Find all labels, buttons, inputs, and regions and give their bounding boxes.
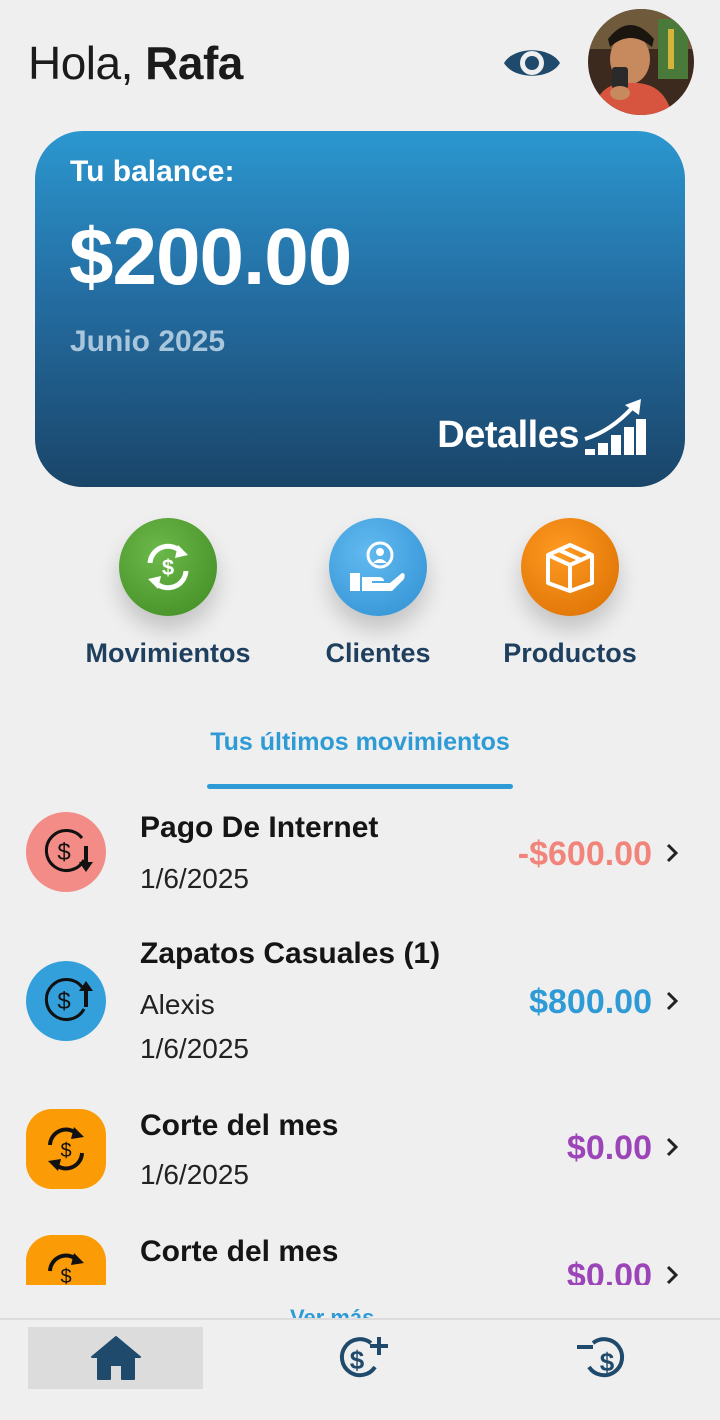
svg-text:$: $ — [350, 1345, 365, 1375]
box-icon — [521, 518, 619, 616]
money-in-icon: $ — [26, 961, 106, 1041]
details-label: Detalles — [437, 414, 579, 456]
movement-amount: $0.00 — [566, 1129, 652, 1167]
details-button[interactable]: Detalles — [437, 397, 647, 457]
quick-actions: $ Movimientos Clientes Productos — [0, 518, 720, 678]
chevron-right-icon — [666, 843, 679, 863]
movement-date: 1/6/2025 — [140, 1159, 249, 1190]
nav-home-button[interactable] — [28, 1327, 203, 1389]
money-exchange-icon: $ — [119, 518, 217, 616]
movement-client: Alexis — [140, 989, 215, 1020]
svg-text:$: $ — [60, 1140, 71, 1162]
user-name: Rafa — [145, 37, 243, 89]
add-money-icon: $ — [339, 1337, 388, 1378]
bottom-nav: $ $ — [0, 1318, 720, 1420]
svg-text:$: $ — [57, 839, 70, 866]
svg-text:$: $ — [162, 555, 174, 580]
movement-date: 1/6/2025 — [140, 863, 249, 894]
home-icon — [90, 1336, 141, 1380]
balance-amount: $200.00 — [69, 212, 352, 301]
header: Hola, Rafa — [0, 0, 720, 128]
movements-list: $ Pago De Internet 1/6/2025 -$600.00 $ Z… — [0, 795, 720, 1285]
movement-amount: -$600.00 — [517, 835, 652, 873]
products-action[interactable]: Productos — [470, 518, 670, 669]
list-item[interactable]: $ Corte del mes 1/6/2025 $0.00 — [0, 1095, 720, 1205]
eye-icon — [504, 50, 560, 76]
nav-add-expense-button[interactable]: $ — [562, 1327, 642, 1389]
balance-label: Tu balance: — [70, 155, 235, 188]
latest-movements-tab[interactable]: Tus últimos movimientos — [0, 728, 720, 757]
avatar[interactable] — [588, 9, 694, 115]
movement-title: Pago De Internet — [140, 811, 379, 844]
list-item[interactable]: $ Corte del mes $0.00 — [0, 1215, 720, 1285]
money-out-icon: $ — [26, 812, 106, 892]
client-care-icon — [329, 518, 427, 616]
products-label: Productos — [503, 638, 637, 668]
movement-amount: $0.00 — [566, 1257, 652, 1285]
growth-chart-icon — [584, 399, 646, 455]
movement-title: Zapatos Casuales (1) — [140, 937, 441, 970]
money-cycle-icon: $ — [26, 1235, 106, 1285]
balance-card[interactable]: Tu balance: $200.00 Junio 2025 Detalles — [35, 131, 685, 487]
clients-action[interactable]: Clientes — [278, 518, 478, 669]
svg-text:$: $ — [60, 1266, 71, 1285]
chevron-right-icon — [666, 991, 679, 1011]
svg-text:$: $ — [57, 988, 70, 1015]
movement-amount: $800.00 — [529, 983, 652, 1021]
money-cycle-icon: $ — [26, 1109, 106, 1189]
movement-title: Corte del mes — [140, 1235, 339, 1268]
movements-action[interactable]: $ Movimientos — [68, 518, 268, 669]
balance-period: Junio 2025 — [70, 325, 226, 358]
see-more-link[interactable]: Ver más — [290, 1306, 420, 1318]
movement-date: 1/6/2025 — [140, 1033, 249, 1064]
clients-label: Clientes — [325, 638, 431, 668]
movements-label: Movimientos — [85, 638, 251, 668]
chevron-right-icon — [666, 1137, 679, 1157]
svg-text:$: $ — [600, 1347, 615, 1377]
toggle-balance-visibility-button[interactable] — [500, 38, 564, 88]
nav-add-income-button[interactable]: $ — [322, 1327, 402, 1389]
remove-money-icon: $ — [577, 1337, 625, 1378]
chevron-right-icon — [666, 1265, 679, 1285]
list-item[interactable]: $ Pago De Internet 1/6/2025 -$600.00 — [0, 795, 720, 905]
movement-title: Corte del mes — [140, 1109, 339, 1142]
list-item[interactable]: $ Zapatos Casuales (1) Alexis 1/6/2025 $… — [0, 925, 720, 1075]
greeting: Hola, Rafa — [28, 36, 243, 90]
tab-underline — [207, 784, 513, 789]
greeting-prefix: Hola, — [28, 37, 146, 89]
